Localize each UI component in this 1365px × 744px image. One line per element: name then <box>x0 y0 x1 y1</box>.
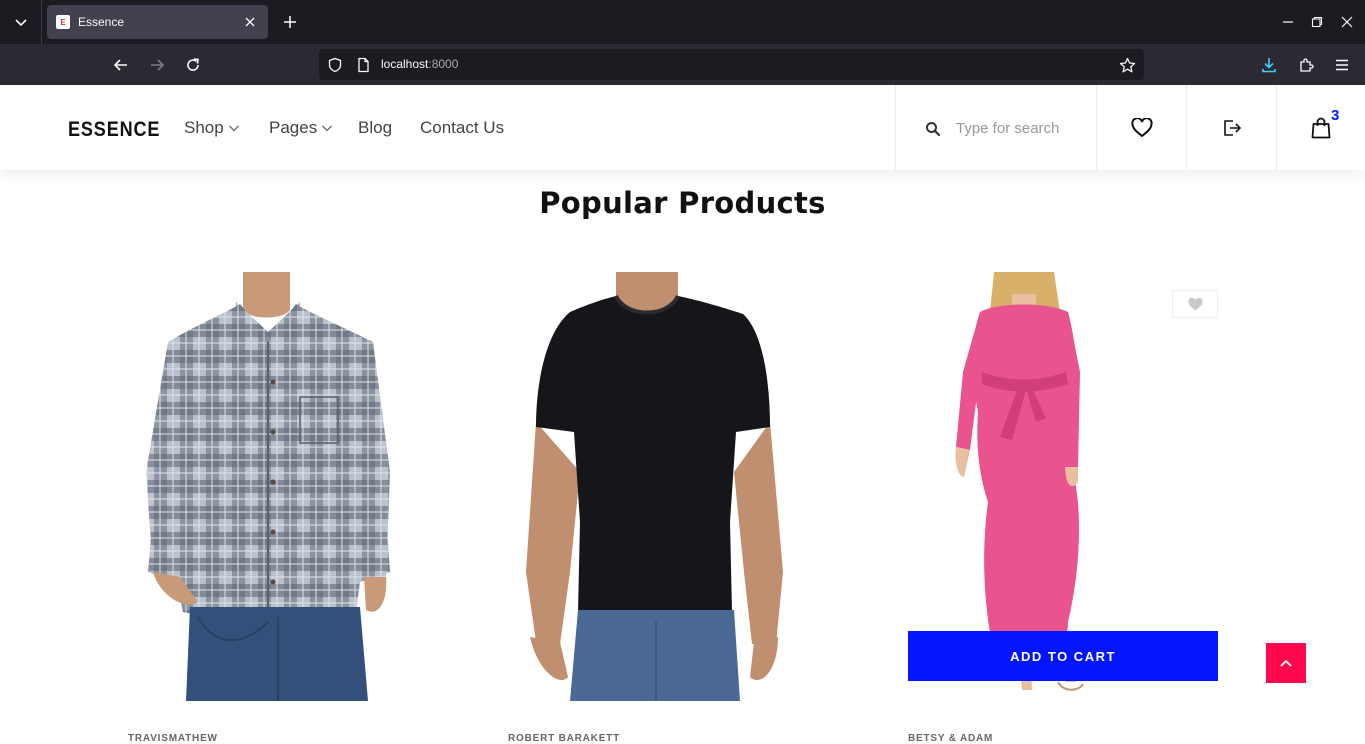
arrow-right-icon <box>151 59 165 71</box>
menu-item-blog[interactable]: Blog <box>358 118 392 138</box>
product-card[interactable]: ROBERT BARAKETT <box>508 272 818 744</box>
plaid-shirt-image <box>146 272 390 701</box>
product-image[interactable] <box>128 272 438 701</box>
close-tab-button[interactable] <box>242 14 258 30</box>
cart-button[interactable]: 3 <box>1277 85 1365 170</box>
download-icon <box>1262 58 1276 73</box>
page-icon[interactable] <box>354 56 372 74</box>
menu-item-shop[interactable]: Shop <box>184 118 240 138</box>
browser-tab-bar: E Essence <box>0 0 1365 44</box>
hamburger-menu-icon <box>1336 59 1348 71</box>
address-bar[interactable]: localhost:8000 <box>319 49 1144 80</box>
menu-item-pages[interactable]: Pages <box>269 118 333 138</box>
chevron-down-icon <box>228 125 239 132</box>
menu-item-label: Shop <box>184 118 224 137</box>
browser-navigation-bar: localhost:8000 <box>0 44 1365 85</box>
browser-tab[interactable]: E Essence <box>47 5 268 39</box>
product-brand[interactable]: TRAVISMATHEW <box>128 733 218 744</box>
url-text[interactable]: localhost:8000 <box>381 57 458 71</box>
add-to-cart-button[interactable]: ADD TO CART <box>908 631 1218 681</box>
url-host: localhost <box>381 57 429 71</box>
back-to-top-button[interactable] <box>1266 643 1306 683</box>
section-title: Popular Products <box>539 186 826 220</box>
search-icon[interactable] <box>925 121 941 137</box>
shield-icon[interactable] <box>326 56 344 74</box>
minimize-button[interactable] <box>1278 12 1298 32</box>
chevron-up-icon <box>1280 659 1292 667</box>
product-brand[interactable]: ROBERT BARAKETT <box>508 733 620 744</box>
site-favicon: E <box>56 15 70 29</box>
product-image[interactable]: ADD TO CART <box>908 272 1218 701</box>
plus-icon <box>284 16 296 28</box>
menu-item-label: Pages <box>269 118 318 137</box>
chevron-down-icon <box>322 125 333 132</box>
product-image[interactable] <box>508 272 818 701</box>
bookmark-star-icon[interactable] <box>1118 56 1136 74</box>
extensions-button[interactable] <box>1295 54 1317 76</box>
site-header: ESSENCE Shop Pages Blog Contact Us 3 <box>0 85 1365 170</box>
forward-button[interactable] <box>144 52 170 78</box>
menu-item-label: Blog <box>358 118 393 137</box>
add-to-wishlist-button[interactable] <box>1172 290 1218 318</box>
logout-button[interactable] <box>1187 85 1277 170</box>
menu-item-label: Contact Us <box>420 118 505 137</box>
close-icon <box>245 17 255 27</box>
product-brand[interactable]: BETSY & ADAM <box>908 733 993 744</box>
arrow-left-icon <box>113 59 127 71</box>
url-port: :8000 <box>428 57 459 71</box>
logout-icon <box>1223 119 1241 136</box>
shopping-bag-icon <box>1311 117 1331 138</box>
heart-icon <box>1130 117 1153 137</box>
search-input[interactable] <box>956 117 1086 139</box>
cart-count-badge: 3 <box>1331 107 1340 124</box>
wishlist-button[interactable] <box>1097 85 1187 170</box>
close-icon <box>1341 16 1353 28</box>
downloads-button[interactable] <box>1258 54 1280 76</box>
chevron-down-icon <box>14 19 27 27</box>
black-tshirt-image <box>526 272 783 701</box>
restore-icon <box>1311 16 1323 28</box>
menu-item-contact[interactable]: Contact Us <box>420 118 504 138</box>
new-tab-button[interactable] <box>278 10 302 34</box>
product-card[interactable]: ADD TO CART BETSY & ADAM <box>908 272 1218 744</box>
tab-title: Essence <box>78 15 125 29</box>
tab-list-button[interactable] <box>0 0 42 44</box>
site-logo[interactable]: ESSENCE <box>68 118 160 142</box>
reload-button[interactable] <box>180 52 206 78</box>
puzzle-icon <box>1300 58 1314 72</box>
back-button[interactable] <box>108 52 134 78</box>
minimize-icon <box>1283 21 1293 23</box>
header-search <box>895 85 1097 170</box>
reload-icon <box>187 58 199 71</box>
product-card[interactable]: TRAVISMATHEW <box>128 272 438 744</box>
app-menu-button[interactable] <box>1331 54 1353 76</box>
close-window-button[interactable] <box>1337 12 1357 32</box>
heart-icon <box>1187 297 1203 310</box>
restore-button[interactable] <box>1307 12 1327 32</box>
